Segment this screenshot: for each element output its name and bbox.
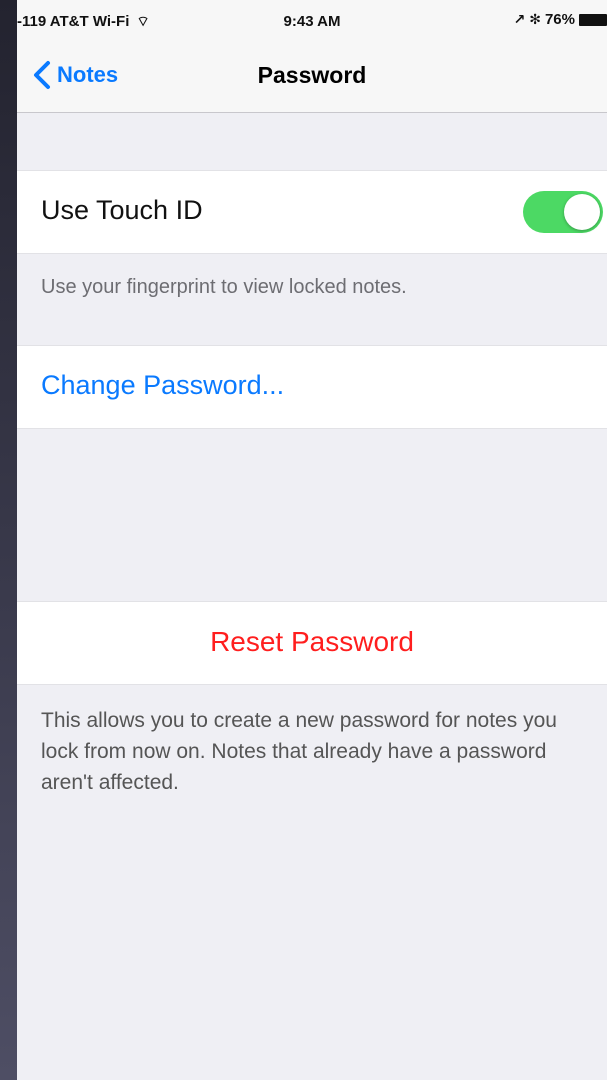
touch-id-cell: Use Touch ID bbox=[17, 170, 607, 254]
change-password-cell[interactable]: Change Password... bbox=[17, 345, 607, 429]
status-right: ↗ ✻ 76% bbox=[514, 11, 607, 28]
reset-password-cell[interactable]: Reset Password bbox=[17, 601, 607, 685]
touch-id-footer: Use your fingerprint to view locked note… bbox=[41, 276, 407, 298]
status-bar: -119 AT&T Wi-Fi ⌔ 9:43 AM ↗ ✻ 76% bbox=[17, 0, 607, 40]
touch-id-toggle[interactable] bbox=[523, 191, 603, 233]
battery-percent: 76% bbox=[544, 11, 575, 28]
page-title: Password bbox=[257, 62, 367, 88]
reset-password-footer: This allows you to create a new password… bbox=[41, 709, 557, 794]
navigation-bar: Notes Password bbox=[17, 40, 607, 113]
toggle-knob bbox=[564, 194, 600, 230]
touch-id-label: Use Touch ID bbox=[41, 195, 203, 225]
location-bluetooth-icon: ↗ ✻ bbox=[513, 11, 541, 27]
battery-icon bbox=[579, 13, 607, 26]
change-password-button[interactable]: Change Password... bbox=[41, 370, 284, 401]
reset-password-button[interactable]: Reset Password bbox=[17, 626, 607, 658]
settings-screen: -119 AT&T Wi-Fi ⌔ 9:43 AM ↗ ✻ 76% Notes … bbox=[17, 0, 607, 1080]
